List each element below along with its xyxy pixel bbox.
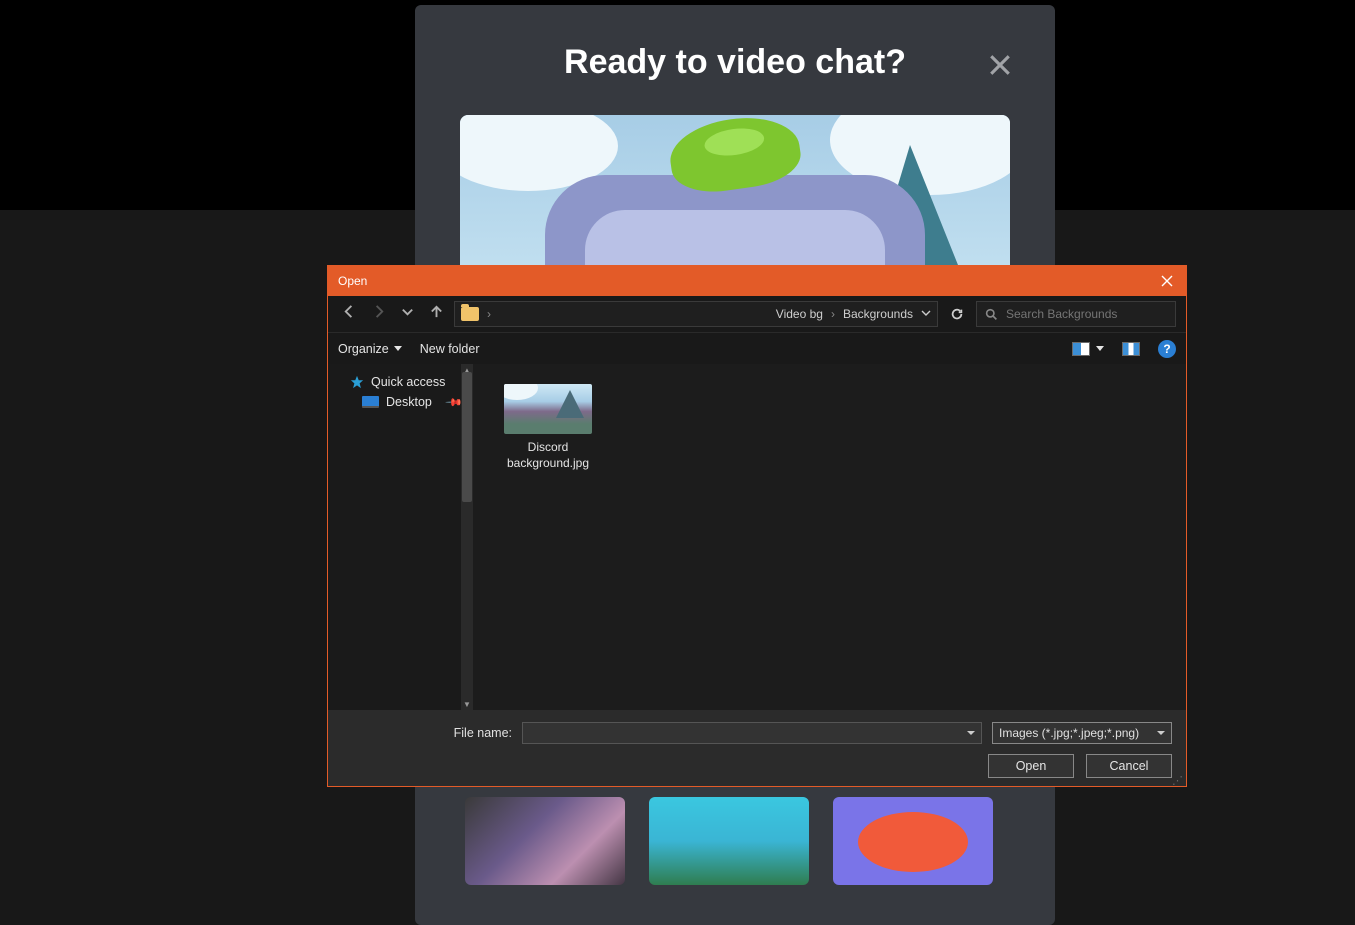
address-bar[interactable]: › Video bg › Backgrounds [454, 301, 938, 327]
recent-locations-dropdown[interactable] [400, 304, 415, 324]
view-menu[interactable] [1072, 342, 1104, 356]
star-icon [350, 375, 364, 389]
file-name: Discord background.jpg [493, 440, 603, 471]
caret-down-icon [1157, 731, 1165, 735]
organize-menu[interactable]: Organize [338, 342, 402, 356]
breadcrumb-current[interactable]: Backgrounds [843, 307, 913, 321]
dialog-titlebar[interactable]: Open [328, 266, 1186, 296]
sidebar-quick-access[interactable]: Quick access [328, 372, 473, 392]
open-button[interactable]: Open [988, 754, 1074, 778]
file-open-dialog: Open › Video bg › Backgrounds [327, 265, 1187, 787]
caret-down-icon [1096, 346, 1104, 351]
toolbar: Organize New folder ? [328, 332, 1186, 364]
dialog-body: Quick access Desktop 📌 ▲ ▼ Discord backg… [328, 364, 1186, 710]
navigation-bar: › Video bg › Backgrounds [328, 296, 1186, 332]
filetype-select[interactable]: Images (*.jpg;*.jpeg;*.png) [992, 722, 1172, 744]
address-dropdown[interactable] [921, 307, 931, 321]
search-box[interactable] [976, 301, 1176, 327]
folder-icon [461, 307, 479, 321]
search-input[interactable] [1006, 307, 1167, 321]
close-icon[interactable] [985, 50, 1015, 85]
cancel-button[interactable]: Cancel [1086, 754, 1172, 778]
chevron-right-icon: › [487, 307, 491, 321]
chevron-right-icon: › [831, 307, 835, 321]
preview-pane-button[interactable] [1122, 342, 1140, 356]
back-button[interactable] [342, 304, 357, 324]
file-item[interactable]: Discord background.jpg [493, 384, 603, 471]
background-thumb-2[interactable] [649, 797, 809, 885]
nav-arrows [338, 304, 448, 324]
up-button[interactable] [429, 304, 444, 324]
scroll-down-icon[interactable]: ▼ [461, 698, 473, 710]
modal-header: Ready to video chat? [440, 25, 1030, 100]
caret-down-icon [394, 346, 402, 351]
background-thumb-1[interactable] [465, 797, 625, 885]
caret-down-icon [967, 731, 975, 735]
new-folder-button[interactable]: New folder [420, 342, 480, 356]
breadcrumb-parent[interactable]: Video bg [776, 307, 823, 321]
modal-title: Ready to video chat? [564, 43, 906, 82]
dialog-footer: File name: Images (*.jpg;*.jpeg;*.png) O… [328, 710, 1186, 786]
background-thumbnails [465, 797, 993, 885]
help-button[interactable]: ? [1158, 340, 1176, 358]
filename-input[interactable] [522, 722, 982, 744]
refresh-button[interactable] [944, 301, 970, 327]
desktop-icon [362, 396, 379, 408]
view-icon [1072, 342, 1090, 356]
background-thumb-3[interactable] [833, 797, 993, 885]
sidebar-desktop[interactable]: Desktop 📌 [328, 392, 473, 412]
search-icon [985, 308, 998, 321]
resize-grip[interactable]: ⋰ [1172, 778, 1184, 784]
filename-label: File name: [342, 726, 512, 740]
sidebar: Quick access Desktop 📌 ▲ ▼ [328, 364, 473, 710]
scrollbar-thumb[interactable] [462, 372, 472, 502]
dialog-close-button[interactable] [1158, 272, 1176, 290]
sidebar-scrollbar[interactable]: ▲ ▼ [461, 364, 473, 710]
file-list[interactable]: Discord background.jpg [473, 364, 1186, 710]
dialog-title: Open [338, 274, 367, 288]
forward-button[interactable] [371, 304, 386, 324]
file-thumbnail [504, 384, 592, 434]
